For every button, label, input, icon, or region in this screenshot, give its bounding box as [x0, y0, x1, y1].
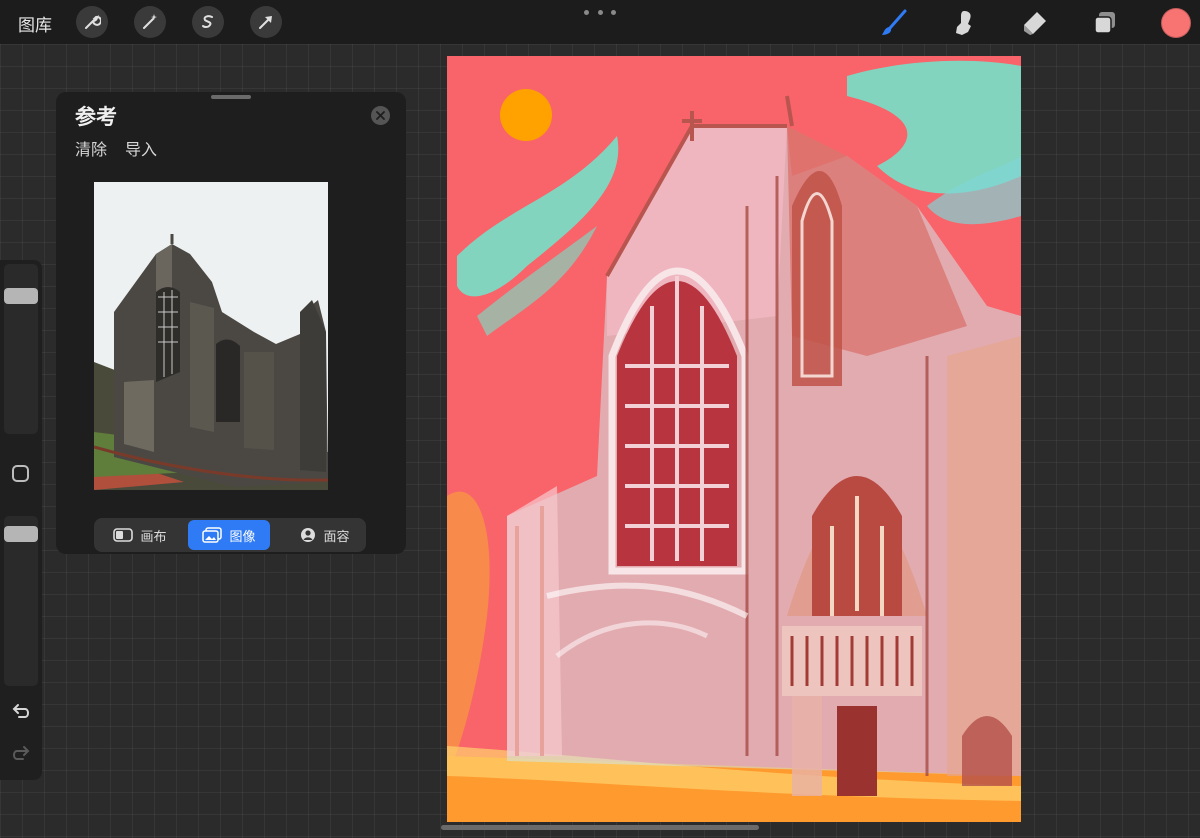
undo-icon[interactable]	[10, 700, 32, 722]
brush-icon[interactable]	[877, 6, 911, 40]
drawing-canvas[interactable]	[447, 56, 1021, 822]
brush-size-slider[interactable]	[4, 264, 38, 434]
opacity-thumb[interactable]	[4, 526, 38, 542]
canvas-scrollbar[interactable]	[441, 825, 759, 830]
tab-face-label: 面容	[323, 529, 350, 545]
layers-icon[interactable]	[1088, 6, 1122, 40]
reference-image	[94, 182, 328, 490]
tab-face[interactable]: 面容	[284, 520, 366, 550]
modify-button[interactable]	[12, 465, 29, 482]
close-icon[interactable]	[371, 106, 390, 125]
wrench-icon[interactable]	[76, 6, 108, 38]
color-swatch[interactable]	[1161, 8, 1191, 38]
brush-size-thumb[interactable]	[4, 288, 38, 304]
image-icon	[202, 527, 223, 543]
tab-canvas-label: 画布	[140, 529, 167, 545]
reference-panel[interactable]: 参考 清除 导入 画布 图像 面容	[56, 92, 406, 554]
face-icon	[301, 528, 316, 542]
tab-image[interactable]: 图像	[188, 520, 270, 550]
opacity-slider[interactable]	[4, 516, 38, 686]
selection-icon[interactable]	[192, 6, 224, 38]
panel-grabber[interactable]	[211, 95, 251, 99]
smudge-icon[interactable]	[947, 6, 981, 40]
magic-wand-icon[interactable]	[134, 6, 166, 38]
canvas-icon	[113, 528, 134, 542]
eraser-icon[interactable]	[1017, 6, 1051, 40]
redo-icon[interactable]	[10, 742, 32, 764]
gallery-link[interactable]: 图库	[18, 11, 52, 36]
transform-icon[interactable]	[250, 6, 282, 38]
import-button[interactable]: 导入	[125, 136, 157, 160]
reference-mode-tabs: 画布 图像 面容	[94, 518, 366, 552]
reference-title: 参考	[75, 105, 117, 129]
tab-image-label: 图像	[229, 529, 256, 545]
top-toolbar: 图库	[0, 0, 1200, 44]
left-sidebar	[0, 260, 42, 780]
more-options-icon[interactable]	[584, 4, 616, 20]
clear-button[interactable]: 清除	[75, 136, 107, 160]
tab-canvas[interactable]: 画布	[94, 520, 186, 550]
